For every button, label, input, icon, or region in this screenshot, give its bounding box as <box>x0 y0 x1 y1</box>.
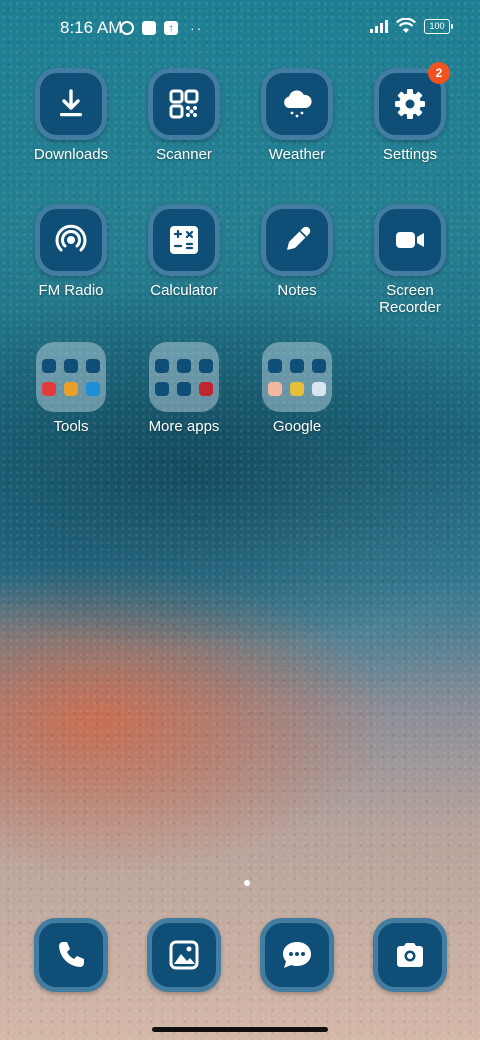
gear-icon: 2 <box>374 62 450 140</box>
qr-scanner-icon <box>148 68 220 140</box>
app-calculator[interactable]: Calculator <box>129 204 239 299</box>
notification-badge: 2 <box>428 62 450 84</box>
app-notification-icon <box>120 21 134 35</box>
camera-icon[interactable] <box>373 918 447 992</box>
mini-app-icon <box>199 358 213 373</box>
app-screen-recorder[interactable]: Screen Recorder <box>355 204 465 316</box>
folder-icon <box>262 342 332 412</box>
app-fm-radio[interactable]: FM Radio <box>16 204 126 299</box>
page-indicator <box>244 880 250 886</box>
mini-app-icon <box>86 358 100 373</box>
clock: 8:16 AM <box>60 18 123 37</box>
mini-app-icon <box>64 381 78 396</box>
folder-tools[interactable]: Tools <box>16 342 126 435</box>
app-label: Calculator <box>150 282 218 299</box>
notification-icons: ↑ ·· <box>120 20 203 36</box>
cell-signal-icon <box>370 19 388 33</box>
weather-cloud-icon <box>261 68 333 140</box>
mini-app-icon <box>155 358 169 373</box>
square-notification-icon <box>142 21 156 35</box>
folder-label: More apps <box>148 418 220 435</box>
folder-icon <box>36 342 106 412</box>
calculator-icon <box>148 204 220 276</box>
download-icon <box>35 68 107 140</box>
wifi-icon <box>396 18 416 33</box>
mini-app-icon <box>64 358 78 373</box>
battery-icon: 100 <box>424 18 453 34</box>
mini-app-icon <box>290 381 304 396</box>
radio-icon <box>35 204 107 276</box>
mini-app-icon <box>199 381 213 396</box>
mini-app-icon <box>177 358 191 373</box>
mini-app-icon <box>155 381 169 396</box>
app-scanner[interactable]: Scanner <box>129 68 239 163</box>
app-weather[interactable]: Weather <box>242 68 352 163</box>
folder-label: Google <box>272 418 322 435</box>
gallery-icon[interactable] <box>147 918 221 992</box>
mini-app-icon <box>312 381 326 396</box>
app-label: Weather <box>268 146 326 163</box>
app-label: Downloads <box>33 146 109 163</box>
pencil-icon <box>261 204 333 276</box>
mini-app-icon <box>86 381 100 396</box>
app-settings[interactable]: 2 Settings <box>355 62 465 163</box>
app-downloads[interactable]: Downloads <box>16 68 126 163</box>
messages-icon[interactable] <box>260 918 334 992</box>
mini-app-icon <box>42 381 56 396</box>
app-label: Screen Recorder <box>379 282 441 316</box>
home-gesture-bar[interactable] <box>152 1027 328 1032</box>
app-label: Settings <box>382 146 438 163</box>
mini-app-icon <box>42 358 56 373</box>
app-label: FM Radio <box>38 282 104 299</box>
app-label: Scanner <box>156 146 212 163</box>
more-notifications-icon: ·· <box>190 20 204 36</box>
app-notes[interactable]: Notes <box>242 204 352 299</box>
system-status: 100 <box>370 18 453 34</box>
status-bar: 8:16 AM ↑ ·· 100 <box>0 14 480 42</box>
mini-app-icon <box>290 358 304 373</box>
video-camera-icon <box>374 204 446 276</box>
folder-google[interactable]: Google <box>242 342 352 435</box>
folder-icon <box>149 342 219 412</box>
phone-icon[interactable] <box>34 918 108 992</box>
mini-app-icon <box>268 381 282 396</box>
mini-app-icon <box>268 358 282 373</box>
folder-label: Tools <box>53 418 89 435</box>
mini-app-icon <box>312 358 326 373</box>
app-label: Notes <box>277 282 317 299</box>
upload-notification-icon: ↑ <box>164 21 178 35</box>
mini-app-icon <box>177 381 191 396</box>
folder-more-apps[interactable]: More apps <box>129 342 239 435</box>
